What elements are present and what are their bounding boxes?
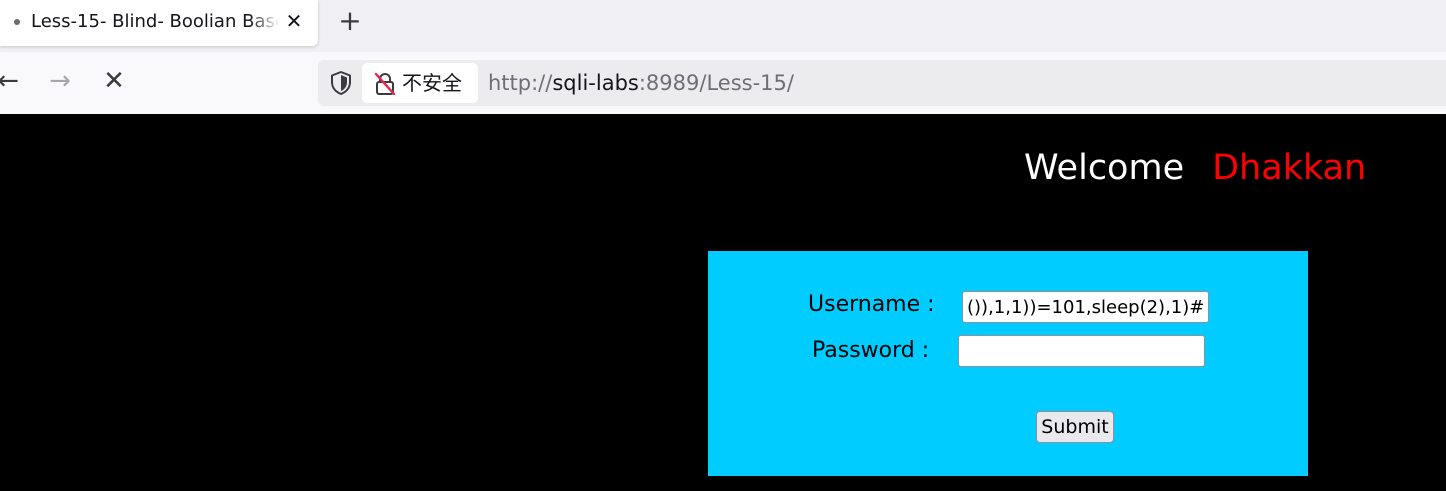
tab-active[interactable]: Less-15- Blind- Boolian Based- String ✕ <box>0 0 318 46</box>
connection-insecure-button[interactable]: 不安全 <box>362 63 478 103</box>
url-path: :8989/Less-15/ <box>638 71 794 95</box>
navigation-bar: ← → ✕ 不安全 http://sqli-labs:8989/Less-15/ <box>0 52 1446 114</box>
tab-loading-dot <box>14 19 20 25</box>
submit-button[interactable]: Submit <box>1036 411 1114 443</box>
browser-chrome: Less-15- Blind- Boolian Based- String ✕ … <box>0 0 1446 114</box>
url-host: sqli-labs <box>552 71 639 95</box>
tab-strip: Less-15- Blind- Boolian Based- String ✕ … <box>0 0 1446 52</box>
password-input[interactable] <box>958 335 1205 367</box>
username-input[interactable] <box>962 291 1209 323</box>
url-scheme: http:// <box>488 71 553 95</box>
welcome-heading: Welcome Dhakkan <box>1024 146 1366 190</box>
welcome-name: Dhakkan <box>1212 148 1367 188</box>
forward-arrow-icon[interactable]: → <box>46 66 74 96</box>
welcome-text: Welcome <box>1024 148 1185 188</box>
tab-title: Less-15- Blind- Boolian Based- String <box>31 11 279 32</box>
tab-close-icon[interactable]: ✕ <box>284 10 304 32</box>
insecure-label: 不安全 <box>402 71 462 95</box>
password-label: Password : <box>812 338 930 363</box>
back-arrow-icon[interactable]: ← <box>0 66 20 96</box>
username-label: Username : <box>808 292 935 317</box>
address-bar[interactable]: 不安全 http://sqli-labs:8989/Less-15/ <box>318 60 1446 106</box>
insecure-lock-icon <box>374 72 396 96</box>
login-form: Username : Password : Submit <box>708 251 1308 476</box>
new-tab-icon[interactable]: + <box>336 6 364 36</box>
page-content: Welcome Dhakkan Username : Password : Sub… <box>0 114 1446 491</box>
stop-loading-icon[interactable]: ✕ <box>100 65 128 97</box>
shield-icon[interactable] <box>330 70 352 96</box>
url-text[interactable]: http://sqli-labs:8989/Less-15/ <box>488 70 794 96</box>
